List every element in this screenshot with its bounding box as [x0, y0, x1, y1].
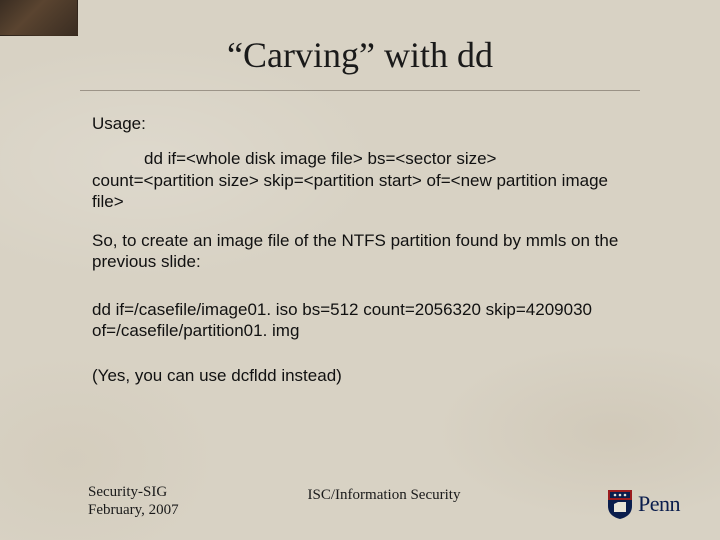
example-command-block: dd if=/casefile/image01. iso bs=512 coun… [92, 299, 628, 342]
slide-footer: Security-SIG February, 2007 ISC/Informat… [88, 483, 680, 521]
footer-date: February, 2007 [88, 501, 179, 520]
usage-line-1: dd if=<whole disk image file> bs=<sector… [92, 148, 628, 169]
usage-line-2: count=<partition size> skip=<partition s… [92, 170, 628, 213]
aside-note: (Yes, you can use dcfldd instead) [92, 365, 628, 386]
slide-body: Usage: dd if=<whole disk image file> bs=… [0, 91, 720, 400]
footer-left-block: Security-SIG February, 2007 [88, 483, 179, 521]
usage-label: Usage: [92, 113, 628, 134]
slide-title: “Carving” with dd [0, 34, 720, 76]
footer-org: Security-SIG [88, 483, 179, 502]
usage-syntax-block: dd if=<whole disk image file> bs=<sector… [92, 148, 628, 212]
penn-logo: Penn [606, 488, 680, 520]
title-area: “Carving” with dd [0, 0, 720, 91]
penn-logo-text: Penn [638, 491, 680, 517]
command-line-2: of=/casefile/partition01. img [92, 320, 628, 341]
slide-container: “Carving” with dd Usage: dd if=<whole di… [0, 0, 720, 540]
command-line-1: dd if=/casefile/image01. iso bs=512 coun… [92, 299, 628, 320]
penn-shield-icon [606, 488, 634, 520]
explanation-text: So, to create an image file of the NTFS … [92, 230, 628, 273]
